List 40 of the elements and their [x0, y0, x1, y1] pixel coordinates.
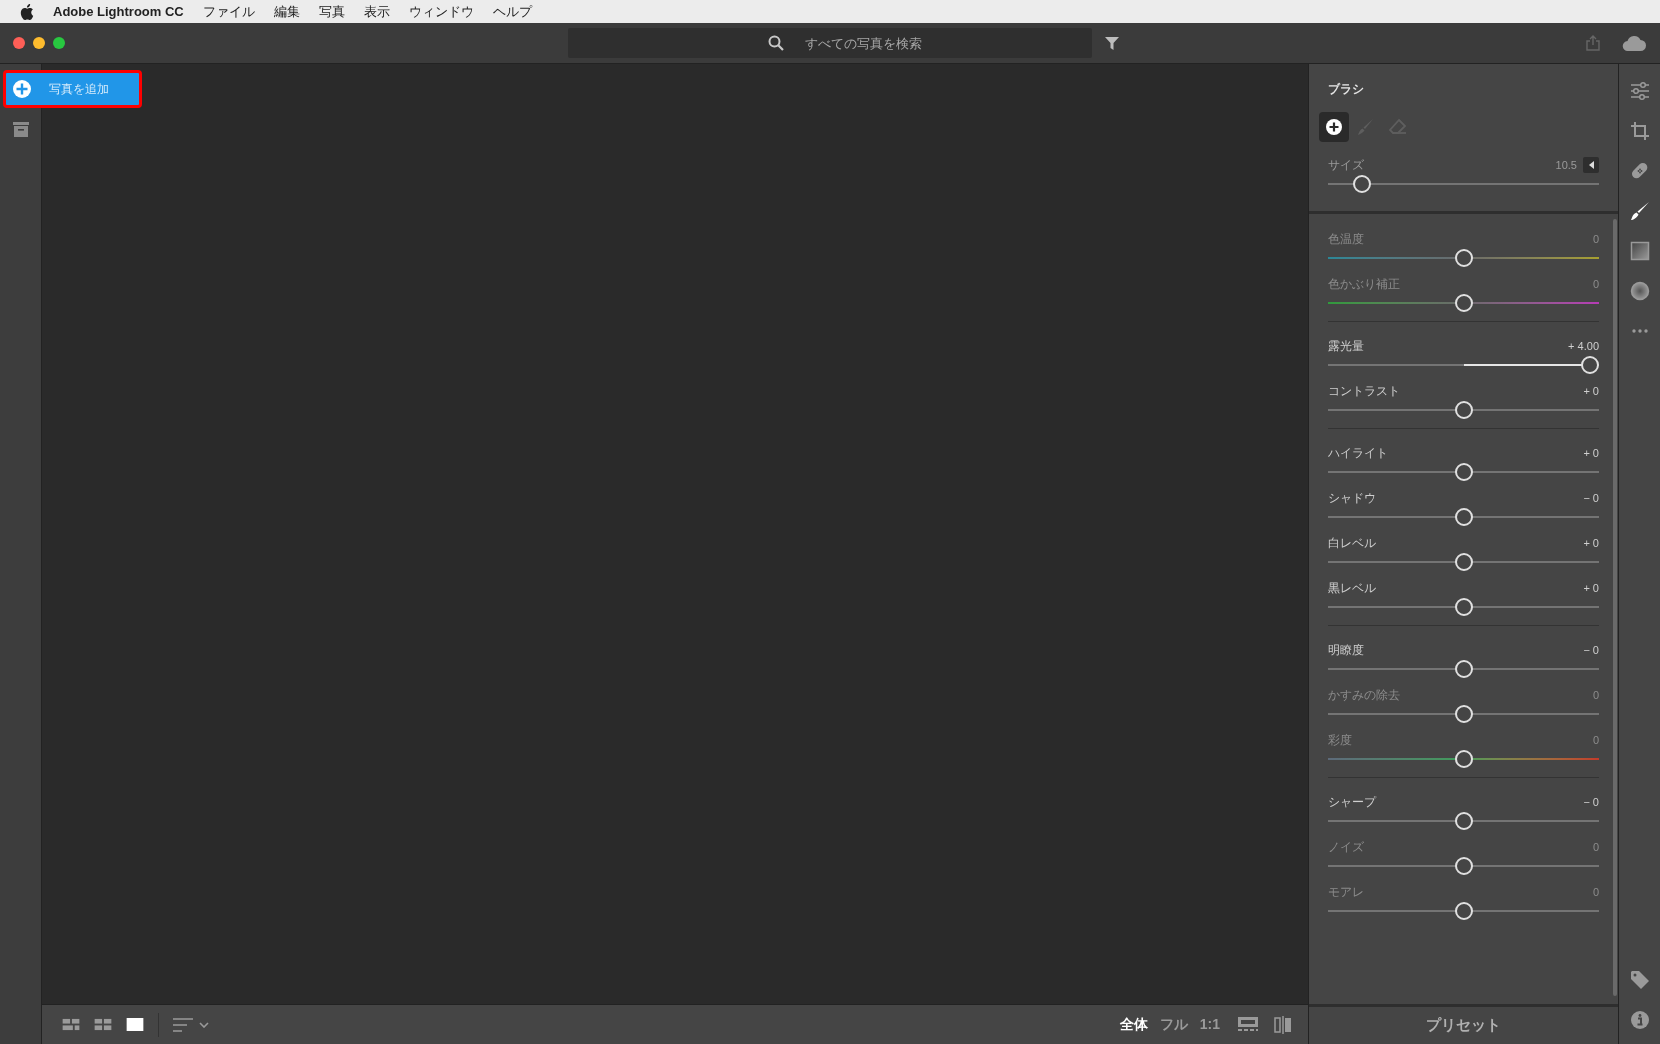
slider-label: ノイズ [1328, 839, 1364, 856]
slider-value: − 0 [1583, 490, 1599, 506]
slider-label: 彩度 [1328, 732, 1352, 749]
slider-label: サイズ [1328, 157, 1364, 174]
slider-value: + 0 [1583, 383, 1599, 399]
slider-label: かすみの除去 [1328, 687, 1400, 704]
menu-item[interactable]: ヘルプ [492, 1, 532, 22]
menu-item[interactable]: ウィンドウ [408, 1, 474, 22]
menu-item[interactable]: 表示 [363, 1, 390, 22]
slider-label: 明瞭度 [1328, 642, 1364, 659]
slider-value: 0 [1592, 231, 1599, 247]
zoom-option-button[interactable]: 全体 [1119, 1014, 1148, 1035]
search-field[interactable]: すべての写真を検索 [568, 28, 1092, 58]
slider-label: シャープ [1328, 794, 1376, 811]
slider-value: 0 [1592, 839, 1599, 855]
app-menu[interactable]: Adobe Lightroom CC [53, 1, 184, 22]
slider-label: 露光量 [1328, 338, 1364, 355]
slider-value: 0 [1592, 687, 1599, 703]
panel-title: ブラシ [1328, 81, 1365, 98]
slider-label: モアレ [1328, 884, 1364, 901]
menu-item[interactable]: 編集 [273, 1, 300, 22]
slider-label: 白レベル [1328, 535, 1376, 552]
menu-item[interactable]: 写真 [318, 1, 345, 22]
slider-value: + 0 [1583, 445, 1599, 461]
slider-value: 0 [1592, 884, 1599, 900]
slider-value: 0 [1592, 732, 1599, 748]
slider-label: 色かぶり補正 [1328, 276, 1400, 293]
slider-value: − 0 [1583, 642, 1599, 658]
slider-label: 色温度 [1328, 231, 1364, 248]
slider-value: + 0 [1583, 535, 1599, 551]
slider-value: + 4.00 [1568, 338, 1599, 354]
slider-value: − 0 [1583, 794, 1599, 810]
slider-label: ハイライト [1328, 445, 1388, 462]
slider-label: シャドウ [1328, 490, 1376, 507]
slider-value: 0 [1592, 276, 1599, 292]
slider-value: 10.5 [1555, 157, 1577, 173]
slider-value: + 0 [1583, 580, 1599, 596]
menu-item[interactable]: ファイル [202, 1, 255, 22]
slider-label: コントラスト [1328, 383, 1400, 400]
slider-label: 黒レベル [1328, 580, 1376, 597]
